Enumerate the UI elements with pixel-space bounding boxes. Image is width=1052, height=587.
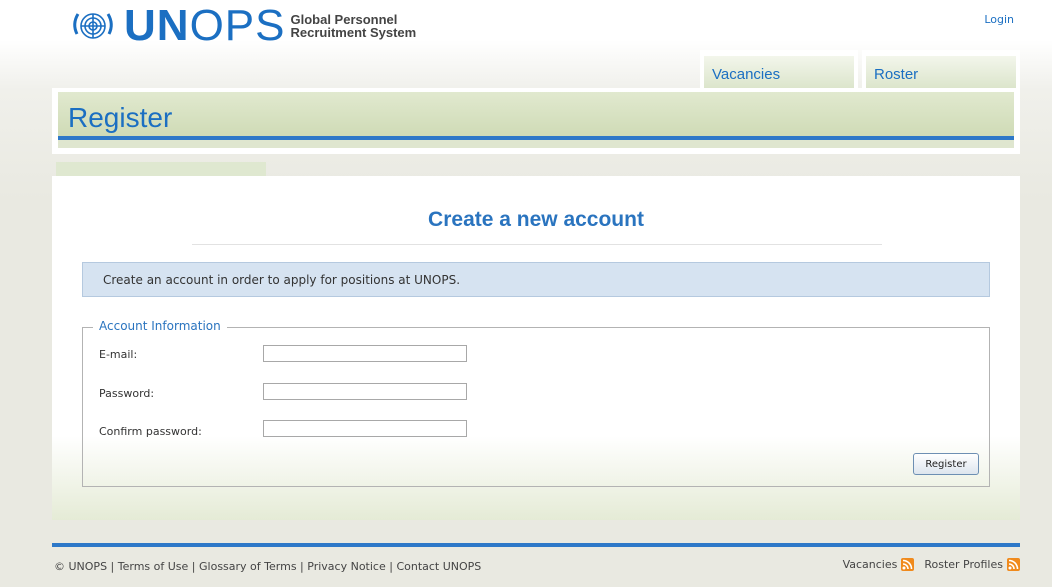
footer-link-terms[interactable]: Terms of Use xyxy=(118,560,189,573)
tagline-line-2: Recruitment System xyxy=(290,25,417,40)
footer-link-glossary[interactable]: Glossary of Terms xyxy=(199,560,297,573)
main-panel: Create a new account Create an account i… xyxy=(52,176,1020,520)
footer-feeds: Vacancies Roster Profiles xyxy=(843,558,1020,571)
tab-vacancies-label: Vacancies xyxy=(704,56,854,92)
copyright-text: © UNOPS xyxy=(54,560,108,573)
password-label: Password: xyxy=(99,387,155,400)
footer-link-privacy[interactable]: Privacy Notice xyxy=(307,560,385,573)
footer-links: © UNOPS | Terms of Use | Glossary of Ter… xyxy=(54,560,482,573)
sub-tab-strip xyxy=(56,162,266,176)
rss-icon[interactable] xyxy=(1007,558,1020,571)
page-title: Register xyxy=(68,102,173,133)
email-field[interactable] xyxy=(263,345,467,362)
un-emblem-icon xyxy=(73,13,113,39)
password-field[interactable] xyxy=(263,383,467,400)
info-message: Create an account in order to apply for … xyxy=(82,262,990,297)
tab-roster-label: Roster xyxy=(866,56,1016,92)
logo-tagline: Global Personnel Recruitment System xyxy=(290,13,416,39)
fieldset-legend: Account Information xyxy=(93,319,227,333)
register-button[interactable]: Register xyxy=(913,453,979,475)
tab-vacancies[interactable]: Vacancies xyxy=(700,50,858,92)
feed-vacancies-label[interactable]: Vacancies xyxy=(843,558,898,571)
rss-icon[interactable] xyxy=(901,558,915,571)
title-divider xyxy=(192,244,882,245)
logo-wordmark: UNOPS xyxy=(124,1,286,50)
form-title: Create a new account xyxy=(428,208,644,231)
banner-strip xyxy=(58,140,1014,148)
unops-logo[interactable]: UNOPS Global Personnel Recruitment Syste… xyxy=(68,1,416,50)
login-link[interactable]: Login xyxy=(984,13,1014,26)
feed-roster-label[interactable]: Roster Profiles xyxy=(924,558,1003,571)
account-information-fieldset: Account Information E-mail: Password: Co… xyxy=(82,319,990,487)
banner-background: Register xyxy=(58,92,1014,136)
footer-link-contact[interactable]: Contact UNOPS xyxy=(396,560,481,573)
footer-divider xyxy=(52,543,1020,547)
confirm-password-field[interactable] xyxy=(263,420,467,437)
email-label: E-mail: xyxy=(99,348,138,361)
tab-roster[interactable]: Roster xyxy=(862,50,1020,92)
page-banner: Register xyxy=(52,88,1020,154)
confirm-password-label: Confirm password: xyxy=(99,425,202,438)
